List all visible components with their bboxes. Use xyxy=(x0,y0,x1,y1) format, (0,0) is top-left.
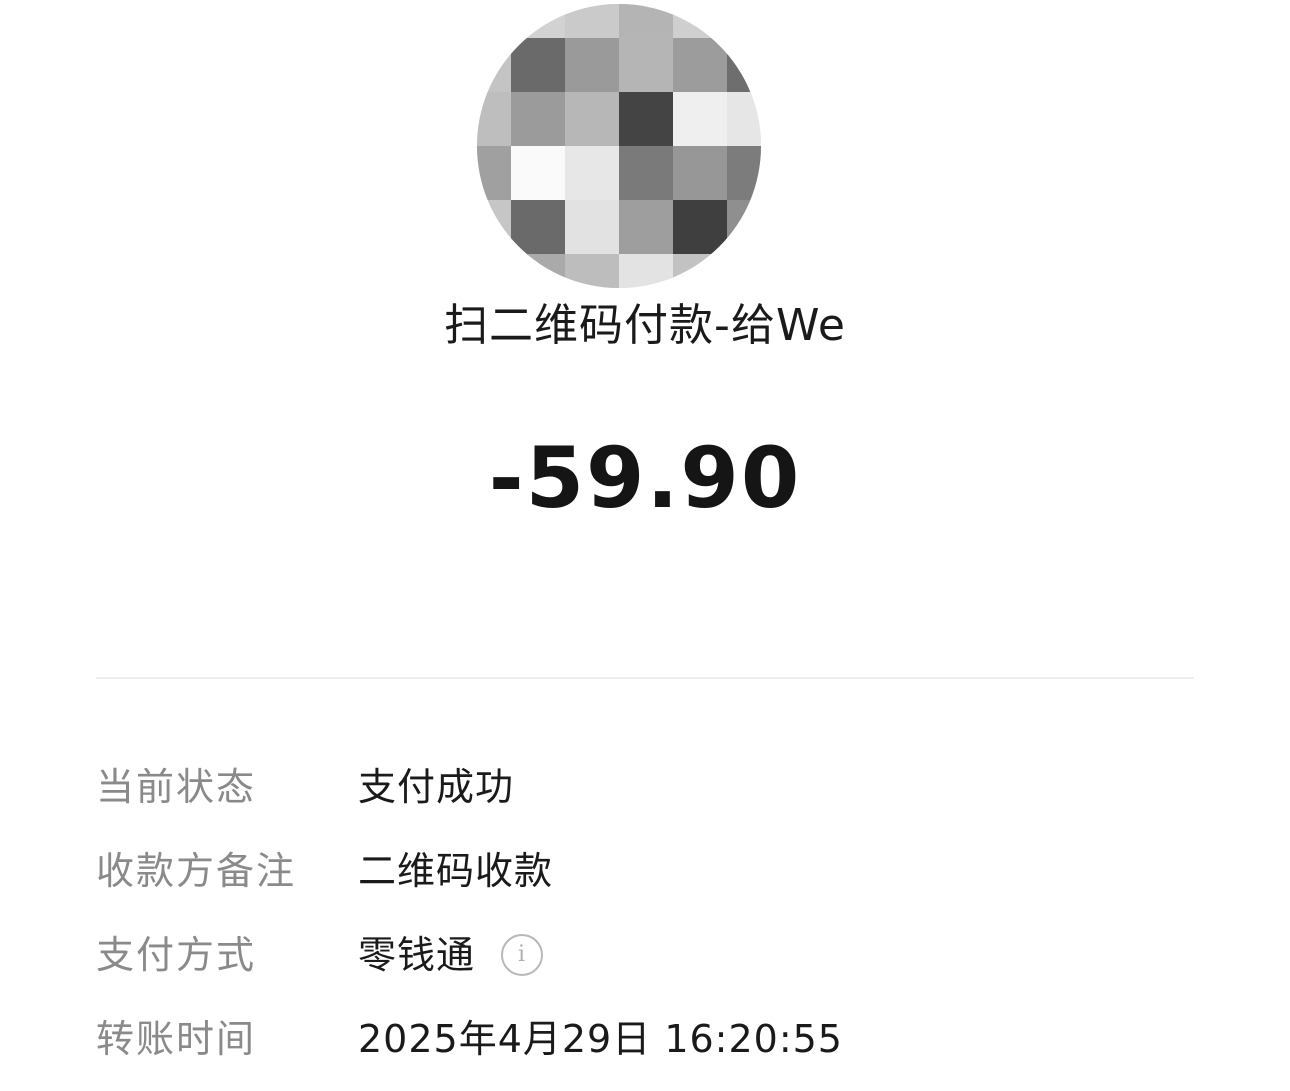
avatar-tile xyxy=(565,146,619,200)
avatar-tile xyxy=(619,92,673,146)
avatar[interactable] xyxy=(477,4,761,288)
avatar-tile xyxy=(673,146,727,200)
info-icon[interactable]: i xyxy=(501,934,544,976)
avatar-tile xyxy=(619,38,673,92)
payment-method-text: 零钱通 xyxy=(358,933,476,977)
transfer-time-label: 转账时间 xyxy=(96,1017,257,1061)
detail-row-transfer-time: 转账时间 2025年4月29日 16:20:55 xyxy=(96,1007,1196,1091)
avatar-tile xyxy=(619,254,673,288)
avatar-tile xyxy=(619,200,673,254)
transaction-amount: -59.90 xyxy=(488,429,802,527)
avatar-tile xyxy=(727,4,761,38)
avatar-tile xyxy=(565,200,619,254)
avatar-tile xyxy=(673,4,727,38)
detail-row-status: 当前状态 支付成功 xyxy=(96,755,1196,839)
avatar-tile xyxy=(673,38,727,92)
avatar-tile xyxy=(511,4,565,38)
avatar-tile xyxy=(511,254,565,288)
avatar-tile xyxy=(477,146,511,200)
status-label: 当前状态 xyxy=(96,765,257,809)
avatar-tile xyxy=(477,4,511,38)
avatar-tile xyxy=(673,254,727,288)
avatar-tile xyxy=(477,200,511,254)
avatar-tile xyxy=(727,200,761,254)
payee-note-value: 二维码收款 xyxy=(358,849,554,893)
transaction-details: 当前状态 支付成功 收款方备注 二维码收款 支付方式 零钱通 i 转账时间 20… xyxy=(96,755,1196,1091)
avatar-tile xyxy=(727,38,761,92)
avatar-tile xyxy=(727,146,761,200)
avatar-tile xyxy=(511,146,565,200)
avatar-tile xyxy=(511,38,565,92)
avatar-image xyxy=(477,4,761,288)
status-value: 支付成功 xyxy=(358,765,515,809)
avatar-tile xyxy=(619,146,673,200)
avatar-tile xyxy=(673,92,727,146)
avatar-tile xyxy=(511,92,565,146)
avatar-tile xyxy=(727,254,761,288)
avatar-tile xyxy=(477,92,511,146)
payment-method-value: 零钱通 i xyxy=(358,923,544,987)
detail-row-payee-note: 收款方备注 二维码收款 xyxy=(96,839,1196,923)
payee-note-label: 收款方备注 xyxy=(96,849,297,893)
transfer-time-value: 2025年4月29日 16:20:55 xyxy=(358,1017,843,1061)
avatar-tile xyxy=(673,200,727,254)
avatar-tile xyxy=(565,4,619,38)
payment-method-label: 支付方式 xyxy=(96,933,257,977)
divider xyxy=(96,677,1194,679)
avatar-tile xyxy=(565,92,619,146)
detail-row-payment-method: 支付方式 零钱通 i xyxy=(96,923,1196,1007)
avatar-tile xyxy=(477,38,511,92)
transaction-title: 扫二维码付款-给We xyxy=(444,300,846,351)
avatar-tile xyxy=(511,200,565,254)
avatar-tile xyxy=(565,254,619,288)
avatar-tile xyxy=(565,38,619,92)
avatar-tile xyxy=(619,4,673,38)
avatar-tile xyxy=(727,92,761,146)
avatar-tile xyxy=(477,254,511,288)
